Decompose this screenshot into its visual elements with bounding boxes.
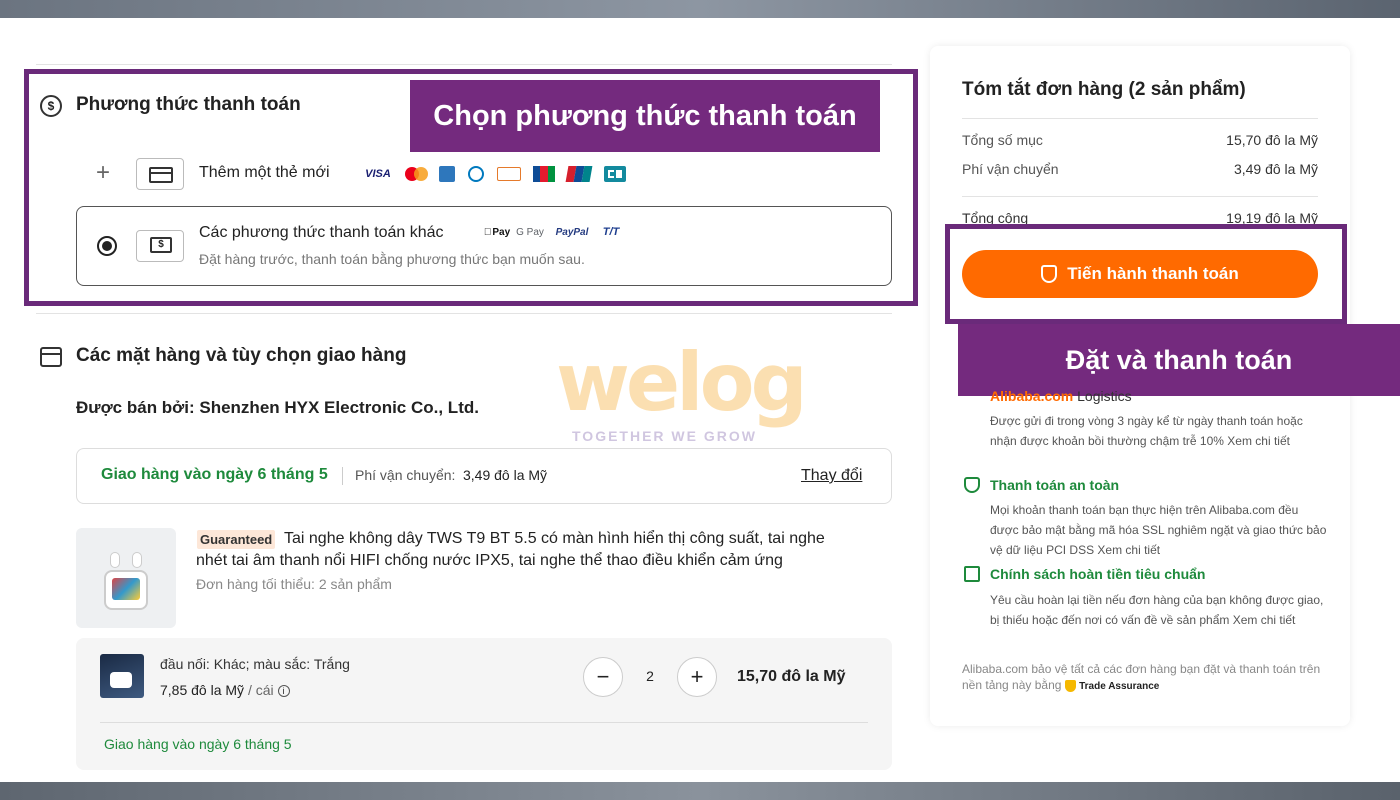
summary-divider-top — [962, 118, 1318, 119]
choose-payment-annotation: Chọn phương thức thanh toán — [410, 80, 880, 152]
logistics-text: Được gửi đi trong vòng 3 ngày kể từ ngày… — [990, 414, 1303, 448]
guaranteed-badge: Guaranteed — [197, 530, 276, 549]
info-icon[interactable]: i — [277, 685, 290, 698]
shipping-label: Phí vận chuyển — [962, 161, 1059, 177]
subtotal-value: 15,70 đô la Mỹ — [1226, 132, 1318, 148]
alibaba-logo: Alibaba.com — [990, 388, 1074, 404]
package-icon — [40, 347, 62, 367]
checkout-page: $ Phương thức thanh toán + Thêm một thẻ … — [0, 18, 1400, 782]
welog-watermark: welog TOGETHER WE GROW — [556, 336, 856, 446]
unit-label: / cái — [244, 682, 274, 698]
payment-divider — [36, 313, 892, 314]
minimum-order: Đơn hàng tối thiểu: 2 sản phẩm — [196, 576, 392, 592]
shipping-separator — [342, 467, 343, 485]
subtotal-label: Tổng số mục — [962, 132, 1043, 148]
variant-spec: đầu nối: Khác; màu sắc: Trắng — [160, 656, 350, 672]
window-frame-top — [0, 0, 1400, 18]
increase-quantity-button[interactable]: + — [677, 657, 717, 697]
items-section-title: Các mặt hàng và tùy chọn giao hàng — [76, 345, 407, 366]
variant-divider — [100, 722, 868, 723]
trade-assurance-label: Trade Assurance — [1079, 681, 1160, 692]
secure-payment-title: Thanh toán an toàn — [990, 477, 1120, 493]
summary-title: Tóm tắt đơn hàng (2 sản phẩm) — [962, 79, 1246, 100]
refund-policy-text: Yêu cầu hoàn lại tiền nếu đơn hàng của b… — [990, 593, 1324, 627]
change-shipping-link[interactable]: Thay đổi — [801, 467, 862, 485]
welog-logo: welog — [556, 336, 808, 429]
logistics-heading: Alibaba.com Logistics — [990, 388, 1132, 404]
seller-name: Được bán bởi: Shenzhen HYX Electronic Co… — [76, 398, 479, 417]
delivery-date: Giao hàng vào ngày 6 tháng 5 — [101, 466, 328, 483]
summary-divider-mid — [962, 196, 1318, 197]
shipping-value: 3,49 đô la Mỹ — [1233, 161, 1318, 177]
refund-policy-title: Chính sách hoàn tiền tiêu chuẩn — [990, 566, 1206, 582]
secure-shield-icon — [964, 477, 980, 493]
welog-tagline: TOGETHER WE GROW — [572, 428, 757, 444]
product-title-line2[interactable]: nhét tai âm thanh nổi HIFI chống nước IP… — [196, 550, 783, 572]
window-frame-bottom — [0, 782, 1400, 800]
shipping-fee-value: 3,49 đô la Mỹ — [463, 467, 548, 483]
decrease-quantity-button[interactable]: − — [583, 657, 623, 697]
unit-price-value: 7,85 đô la Mỹ — [160, 682, 245, 698]
refund-card-icon — [964, 566, 980, 582]
quantity-value[interactable]: 2 — [635, 668, 665, 684]
trade-assurance-icon — [1064, 679, 1076, 692]
variant-delivery-date: Giao hàng vào ngày 6 tháng 5 — [104, 736, 292, 752]
product-title-line1[interactable]: Tai nghe không dây TWS T9 BT 5.5 có màn … — [284, 528, 825, 550]
shipping-fee-label: Phí vận chuyển: — [355, 467, 456, 483]
line-total: 15,70 đô la Mỹ — [737, 668, 846, 685]
variant-unit-price: 7,85 đô la Mỹ / cái i — [160, 682, 290, 698]
variant-image — [100, 654, 144, 698]
secure-payment-text: Mọi khoản thanh toán bạn thực hiện trên … — [990, 503, 1327, 557]
trade-assurance-footer: Alibaba.com bảo vệ tất cả các đơn hàng b… — [962, 662, 1321, 692]
product-image[interactable] — [76, 528, 176, 628]
top-divider — [36, 64, 892, 65]
place-and-pay-annotation: Đặt và thanh toán — [958, 324, 1400, 396]
checkout-highlight-frame — [945, 224, 1347, 324]
